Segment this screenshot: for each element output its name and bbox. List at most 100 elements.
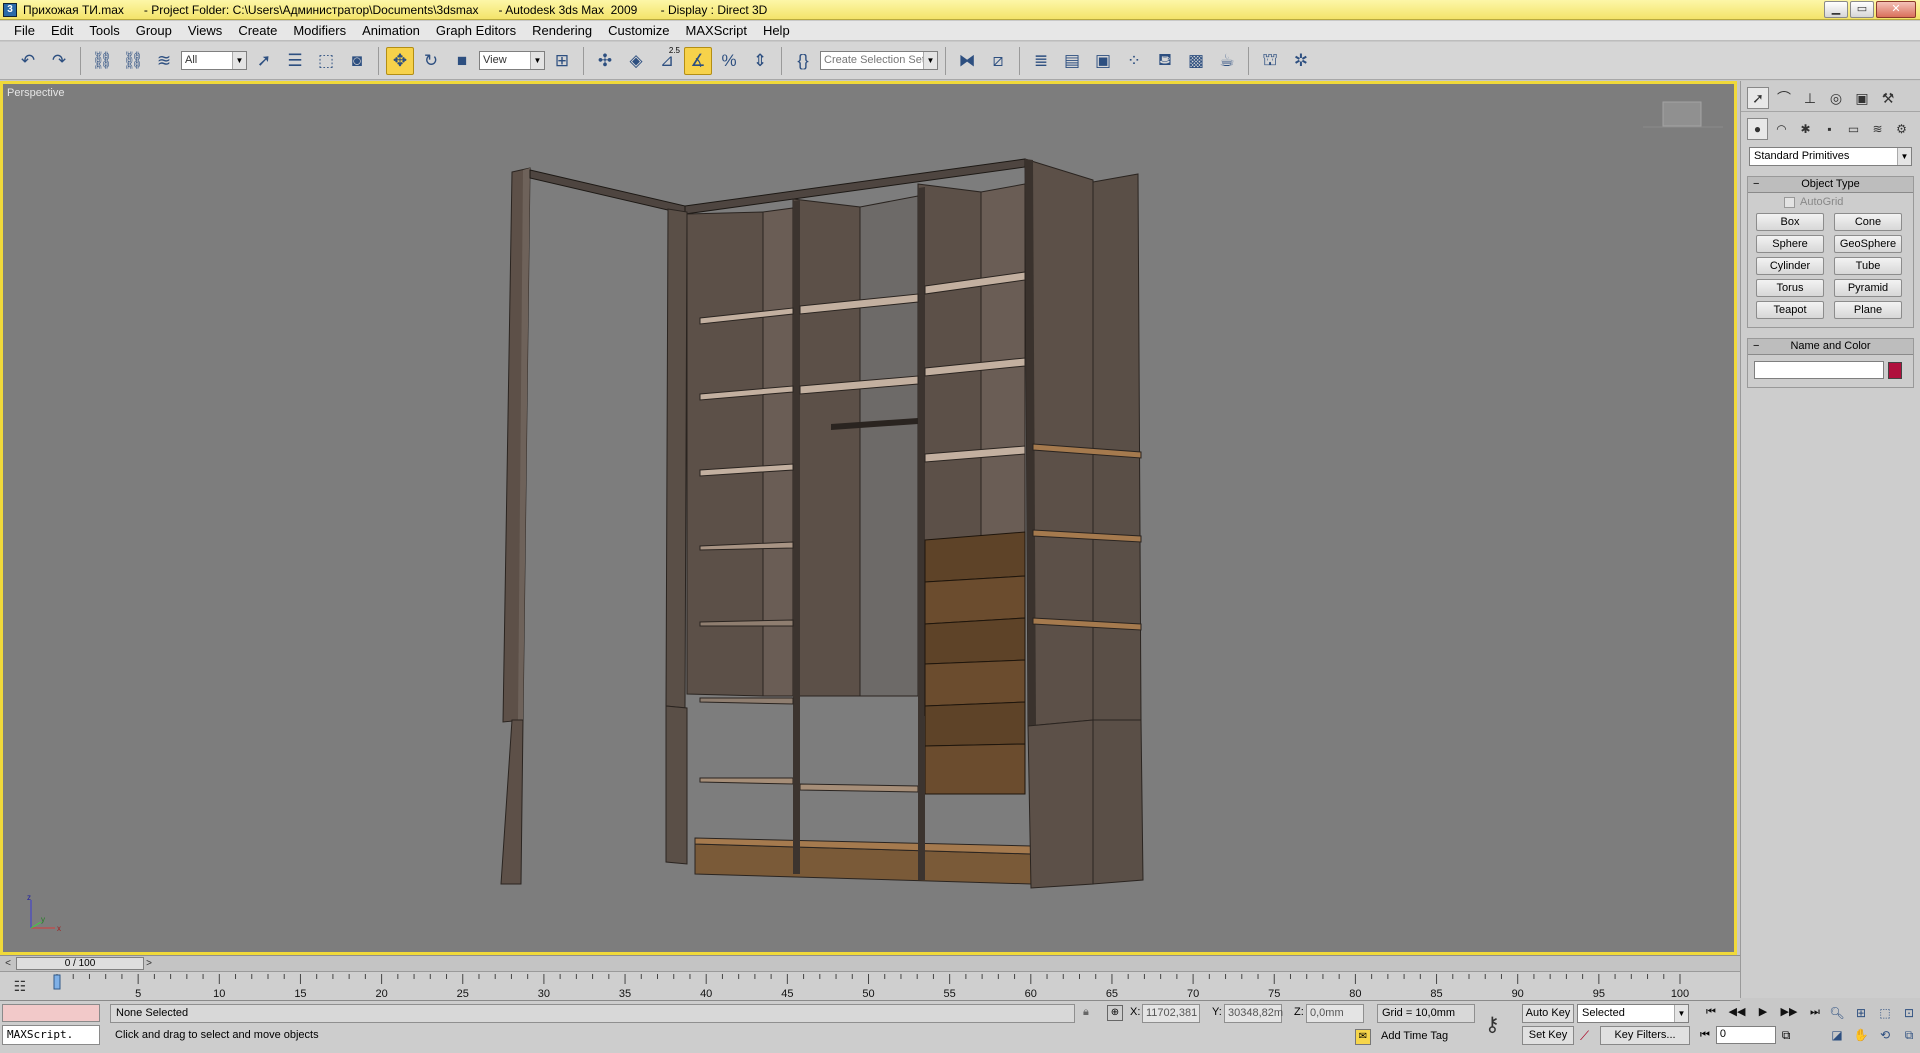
menu-tools[interactable]: Tools: [81, 23, 127, 38]
layer-manager-icon[interactable]: ≣: [1027, 47, 1055, 75]
cameras-icon[interactable]: ▪: [1819, 118, 1840, 140]
create-tab-icon[interactable]: ➚: [1747, 87, 1769, 109]
menu-maxscript[interactable]: MAXScript: [678, 23, 755, 38]
redo-icon[interactable]: ↷: [45, 47, 73, 75]
object-color-swatch[interactable]: [1888, 361, 1902, 379]
pan-icon[interactable]: ✋: [1850, 1025, 1872, 1045]
minimize-icon[interactable]: ▁: [1824, 1, 1848, 18]
align-icon[interactable]: ⧄: [984, 47, 1012, 75]
frame-ruler[interactable]: 5 10 15 20 25 30 35 40 45 50 55 60 65 70 75 80 85 90 95 100: [0, 972, 1740, 1001]
hierarchy-tab-icon[interactable]: ⊥: [1799, 87, 1821, 109]
object-type-header[interactable]: − Object Type: [1748, 177, 1913, 193]
geometry-icon[interactable]: ●: [1747, 118, 1768, 140]
zoom-icon[interactable]: 🔍︎: [1826, 1003, 1848, 1023]
key-mode-toggle-icon[interactable]: ⏮: [1700, 1029, 1710, 1042]
rendered-frame-window-icon[interactable]: ▩: [1182, 47, 1210, 75]
teapot-button[interactable]: Teapot: [1756, 301, 1824, 319]
selection-filter-dropdown[interactable]: All ▼: [181, 51, 247, 70]
menu-modifiers[interactable]: Modifiers: [285, 23, 354, 38]
undo-icon[interactable]: ↶: [14, 47, 42, 75]
zoom-extents-icon[interactable]: ⬚: [1874, 1003, 1896, 1023]
shapes-icon[interactable]: ◠: [1771, 118, 1792, 140]
utilities-tab-icon[interactable]: ⚒: [1877, 87, 1899, 109]
lights-icon[interactable]: ✱: [1795, 118, 1816, 140]
maximize-viewport-icon[interactable]: ⧉: [1898, 1025, 1920, 1045]
time-slider-next[interactable]: >: [143, 957, 155, 970]
time-slider-thumb[interactable]: 0 / 100: [16, 957, 144, 970]
time-slider-prev[interactable]: <: [2, 957, 14, 970]
key-filters-button[interactable]: Key Filters...: [1600, 1026, 1690, 1045]
schematic-view-icon[interactable]: ▣: [1089, 47, 1117, 75]
motion-tab-icon[interactable]: ◎: [1825, 87, 1847, 109]
previous-frame-icon[interactable]: ◀◀: [1726, 1003, 1748, 1021]
zoom-all-icon[interactable]: ⊞: [1850, 1003, 1872, 1023]
keyboard-shortcut-override-icon[interactable]: ◈: [622, 47, 650, 75]
reference-coordinate-dropdown[interactable]: View ▼: [479, 51, 545, 70]
time-tag-icon[interactable]: ✉: [1355, 1029, 1371, 1045]
menu-group[interactable]: Group: [128, 23, 180, 38]
absolute-mode-icon[interactable]: ⊕: [1107, 1005, 1123, 1021]
plane-button[interactable]: Plane: [1834, 301, 1902, 319]
angle-snap-icon[interactable]: ∡: [684, 46, 712, 75]
menu-help[interactable]: Help: [755, 23, 798, 38]
menu-file[interactable]: File: [6, 23, 43, 38]
menu-create[interactable]: Create: [230, 23, 285, 38]
track-bar[interactable]: ☷ 5 10 15 20 25 30 35 40 45 50 55 60 65 70 75 80 85 90 95 1…: [0, 971, 1740, 1000]
object-name-input[interactable]: [1754, 361, 1884, 379]
menu-edit[interactable]: Edit: [43, 23, 81, 38]
pivot-center-icon[interactable]: ⊞: [548, 47, 576, 75]
select-and-scale-icon[interactable]: ■: [448, 47, 476, 75]
go-to-end-icon[interactable]: ⏭: [1804, 1003, 1826, 1021]
spinner-snap-icon[interactable]: ⇕: [746, 47, 774, 75]
menu-graph-editors[interactable]: Graph Editors: [428, 23, 524, 38]
display-tab-icon[interactable]: ▣: [1851, 87, 1873, 109]
geosphere-button[interactable]: GeoSphere: [1834, 235, 1902, 253]
field-of-view-icon[interactable]: ◪: [1826, 1025, 1848, 1045]
auto-key-button[interactable]: Auto Key: [1522, 1004, 1574, 1023]
selection-lock-icon[interactable]: 🔒︎: [1083, 1006, 1089, 1019]
play-icon[interactable]: ▶: [1752, 1003, 1774, 1021]
select-object-icon[interactable]: ➚: [250, 47, 278, 75]
maxscript-listener-input[interactable]: MAXScript.: [2, 1025, 100, 1045]
extras-toolbar-icon[interactable]: ⛫: [1256, 47, 1284, 75]
menu-customize[interactable]: Customize: [600, 23, 677, 38]
default-in-out-tangents-icon[interactable]: ⟋: [1580, 1028, 1589, 1044]
named-selection-dropdown[interactable]: Create Selection Set ▼: [820, 51, 938, 70]
helpers-icon[interactable]: ▭: [1843, 118, 1864, 140]
cone-button[interactable]: Cone: [1834, 213, 1902, 231]
particle-view-icon[interactable]: ✲: [1287, 47, 1315, 75]
menu-animation[interactable]: Animation: [354, 23, 428, 38]
zoom-extents-all-icon[interactable]: ⊡: [1898, 1003, 1920, 1023]
snaps-toggle-icon[interactable]: ⊿ 2.5: [653, 46, 681, 75]
maxscript-listener-output[interactable]: [2, 1004, 100, 1022]
autogrid-checkbox[interactable]: [1784, 196, 1795, 208]
name-and-color-header[interactable]: − Name and Color: [1748, 339, 1913, 355]
pyramid-button[interactable]: Pyramid: [1834, 279, 1902, 297]
go-to-start-icon[interactable]: ⏮: [1700, 1003, 1722, 1021]
window-crossing-icon[interactable]: ◙: [343, 47, 371, 75]
modify-tab-icon[interactable]: ⌒: [1773, 87, 1795, 109]
link-icon[interactable]: ⛓: [88, 47, 116, 75]
unlink-icon[interactable]: ⛓: [119, 47, 147, 75]
render-production-icon[interactable]: ☕: [1213, 47, 1241, 75]
percent-snap-icon[interactable]: %: [715, 47, 743, 75]
primitive-category-dropdown[interactable]: Standard Primitives ▼: [1749, 147, 1912, 166]
render-setup-icon[interactable]: ⛾: [1151, 47, 1179, 75]
space-warps-icon[interactable]: ≋: [1867, 118, 1888, 140]
select-and-rotate-icon[interactable]: ↻: [417, 47, 445, 75]
rectangular-selection-icon[interactable]: ⬚: [312, 47, 340, 75]
torus-button[interactable]: Torus: [1756, 279, 1824, 297]
set-key-button[interactable]: Set Key: [1522, 1026, 1574, 1045]
select-by-name-icon[interactable]: ☰: [281, 47, 309, 75]
menu-views[interactable]: Views: [180, 23, 230, 38]
curve-editor-icon[interactable]: ▤: [1058, 47, 1086, 75]
3ds-max-icon[interactable]: 3: [3, 2, 17, 17]
add-time-tag[interactable]: Add Time Tag: [1377, 1028, 1475, 1047]
current-frame-field[interactable]: 0: [1715, 1026, 1776, 1044]
maximize-icon[interactable]: ▭: [1850, 1, 1874, 18]
sphere-button[interactable]: Sphere: [1756, 235, 1824, 253]
wardrobe-model[interactable]: [3, 84, 1734, 952]
z-coordinate-field[interactable]: 0,0mm: [1306, 1004, 1364, 1023]
cylinder-button[interactable]: Cylinder: [1756, 257, 1824, 275]
perspective-viewport[interactable]: Perspective z x y: [0, 81, 1737, 955]
